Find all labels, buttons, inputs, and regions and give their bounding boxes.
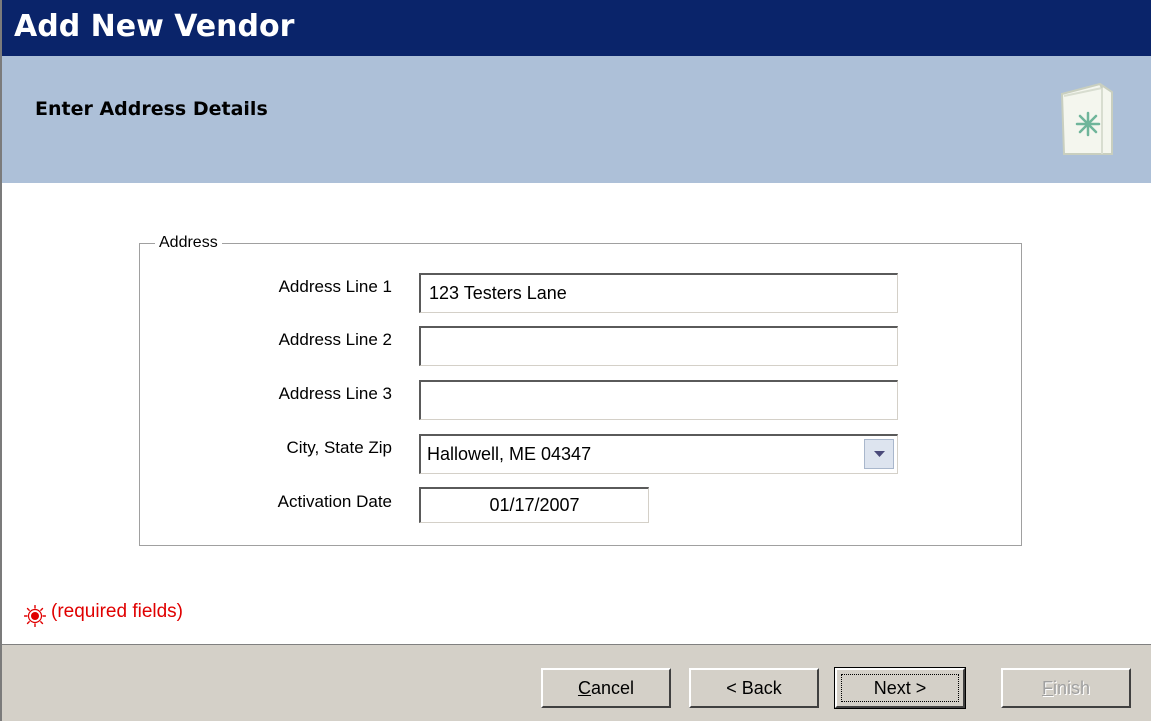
chevron-down-icon xyxy=(874,451,885,457)
wizard-page-icon xyxy=(1056,80,1118,158)
address-line-2-label: Address Line 2 xyxy=(278,330,392,349)
city-state-zip-label: City, State Zip xyxy=(286,438,393,457)
finish-button[interactable]: Finish xyxy=(1001,668,1131,708)
address-line-1-input[interactable]: 123 Testers Lane xyxy=(419,273,898,313)
dropdown-button[interactable] xyxy=(864,439,894,469)
next-button[interactable]: Next > xyxy=(834,667,966,709)
activation-date-field[interactable]: 01/17/2007 xyxy=(419,487,649,523)
address-group-box: Address Address Line 1 123 Testers Lane … xyxy=(139,233,1022,546)
page-title: Enter Address Details xyxy=(35,98,268,120)
address-line-1-label: Address Line 1 xyxy=(278,277,392,296)
address-line-2-input[interactable] xyxy=(419,326,898,366)
add-vendor-window: Add New Vendor Enter Address Details Add… xyxy=(0,0,1151,721)
address-line-3-input[interactable] xyxy=(419,380,898,420)
window-title: Add New Vendor xyxy=(14,9,295,44)
finish-label: inish xyxy=(1052,678,1091,698)
wizard-header: Enter Address Details xyxy=(2,56,1151,183)
finish-accelerator: F xyxy=(1041,678,1053,698)
cancel-button[interactable]: Cancel xyxy=(541,668,671,708)
cancel-label: ancel xyxy=(590,678,635,698)
required-fields-text: (required fields) xyxy=(51,601,183,622)
city-state-zip-select[interactable]: Hallowell, ME 04347 xyxy=(419,434,898,474)
cancel-accelerator: C xyxy=(577,678,591,698)
address-group-legend: Address xyxy=(155,233,222,253)
activation-date-label: Activation Date xyxy=(277,492,392,511)
back-button[interactable]: < Back xyxy=(689,668,819,708)
next-label: Next > xyxy=(873,678,927,698)
city-state-zip-value: Hallowell, ME 04347 xyxy=(427,444,592,464)
title-bar[interactable]: Add New Vendor xyxy=(2,0,1151,56)
required-marker-icon xyxy=(24,605,46,627)
address-line-3-label: Address Line 3 xyxy=(278,384,392,403)
wizard-button-bar: Cancel < Back Next > Finish xyxy=(2,644,1151,721)
wizard-content: Address Address Line 1 123 Testers Lane … xyxy=(2,183,1151,644)
